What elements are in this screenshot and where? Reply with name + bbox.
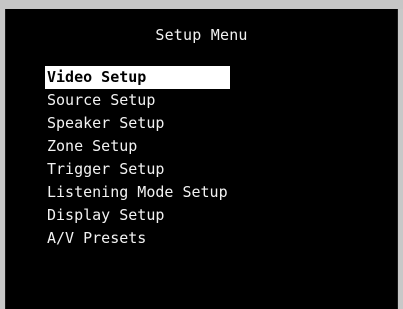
setup-menu-list: Video Setup Source Setup Speaker Setup Z…	[45, 66, 230, 250]
menu-item-av-presets[interactable]: A/V Presets	[45, 227, 230, 250]
page-title: Setup Menu	[155, 26, 248, 44]
menu-item-trigger-setup[interactable]: Trigger Setup	[45, 158, 230, 181]
menu-item-video-setup[interactable]: Video Setup	[45, 66, 230, 89]
osd-screen: Setup Menu Video Setup Source Setup Spea…	[5, 9, 398, 309]
menu-item-listening-mode-setup[interactable]: Listening Mode Setup	[45, 181, 230, 204]
window-frame-top	[0, 0, 403, 9]
menu-item-speaker-setup[interactable]: Speaker Setup	[45, 112, 230, 135]
menu-item-display-setup[interactable]: Display Setup	[45, 204, 230, 227]
menu-item-source-setup[interactable]: Source Setup	[45, 89, 230, 112]
menu-item-zone-setup[interactable]: Zone Setup	[45, 135, 230, 158]
